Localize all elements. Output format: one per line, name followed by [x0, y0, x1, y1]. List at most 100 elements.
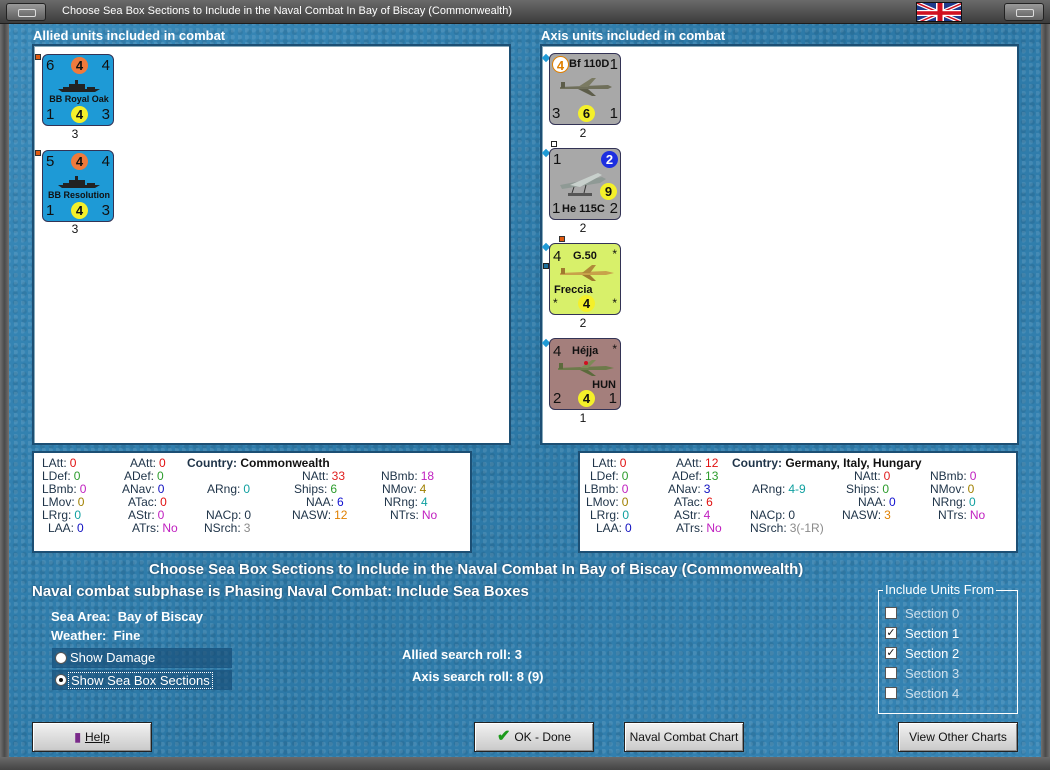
section-marker-icon — [35, 54, 41, 60]
ok-done-button[interactable]: ✔ OK - Done — [474, 722, 594, 752]
allied-unit-counter[interactable]: 5 4 4 BB Resolution 1 4 3 — [42, 150, 114, 222]
radio-indicator[interactable] — [55, 674, 67, 686]
ok-done-label: OK - Done — [514, 730, 572, 744]
stat-lrng: LRrg: 0 — [42, 508, 82, 522]
counter-bottom-left: 1 — [552, 200, 561, 217]
stat-astr: AStr: 4 — [674, 508, 711, 522]
allied-units-panel[interactable]: 6 4 4 BB Royal Oak 1 4 3 3 5 4 4 BB Reso… — [32, 44, 511, 445]
stat-nsrch: NSrch: 3 — [204, 521, 251, 535]
stat-country: Country: Germany, Italy, Hungary — [732, 456, 922, 470]
book-icon: ▮ — [74, 730, 81, 744]
counter-top-right: 4 — [101, 57, 110, 74]
checkbox-box[interactable] — [885, 667, 897, 679]
counter-unit-name: BB Royal Oak — [49, 94, 109, 104]
counter-unit-name: G.50 — [573, 250, 597, 262]
stat-laa: LAA: 0 — [596, 521, 632, 535]
stat-arng: ARng: 4-9 — [752, 482, 806, 496]
stat-latt: LAtt: 0 — [42, 456, 77, 470]
stat-aatt: AAtt: 12 — [676, 456, 719, 470]
stat-natt: NAtt: 33 — [302, 469, 346, 483]
radio-label: Show Damage — [70, 650, 156, 665]
counter-top-left: 4 — [553, 248, 562, 265]
stat-nbmb: NBmb: 18 — [381, 469, 435, 483]
allied-stats-panel: LAtt: 0 LDef: 0 LBmb: 0 LMov: 0 LRrg: 0 LAA: 0… — [32, 451, 472, 553]
window-menu-button[interactable] — [6, 3, 46, 21]
stat-atrs: ATrs: No — [132, 521, 178, 535]
include-units-legend: Include Units From — [883, 582, 997, 597]
section-marker-icon — [35, 150, 41, 156]
counter-unit-name: Héjja — [572, 345, 599, 357]
stat-nacp: NACp: 0 — [750, 508, 796, 522]
naval-combat-chart-button[interactable]: Naval Combat Chart — [624, 722, 744, 752]
counter-bottom-center: 4 — [71, 202, 88, 219]
help-button[interactable]: ▮ Help — [32, 722, 152, 752]
axis-stats-panel: LAtt: 0 LDef: 0 LBmb: 0 LMov: 0 LRrg: 0 LAA: 0… — [578, 451, 1018, 553]
counter-top-center: 4 — [71, 57, 88, 74]
stat-ships: Ships: 0 — [846, 482, 890, 496]
checkbox-box[interactable] — [885, 687, 897, 699]
counter-bottom-left: 3 — [552, 105, 561, 122]
axis-unit-counter[interactable]: 4 G.50 * Freccia * 4 * — [549, 243, 621, 315]
status-marker-icon — [551, 141, 557, 147]
counter-unit-name: Bf 110D — [569, 58, 610, 70]
view-other-charts-button[interactable]: View Other Charts — [898, 722, 1018, 752]
checkbox-box[interactable]: ✓ — [885, 627, 897, 639]
counter-bottom-center: 4 — [578, 295, 595, 312]
window-frame-left — [0, 24, 9, 770]
stat-lmov: LMov: 0 — [586, 495, 629, 509]
axis-unit-counter[interactable]: 4 Héjja * HUN 2 4 1 — [549, 338, 621, 410]
stat-atac: ATac: 0 — [128, 495, 167, 509]
allied-units-heading: Allied units included in combat — [33, 28, 226, 43]
stat-anav: ANav: 3 — [668, 482, 711, 496]
show-damage-radio[interactable]: Show Damage — [52, 648, 232, 668]
checkbox-label: Section 3 — [905, 666, 960, 681]
checkmark-icon: ✔ — [496, 728, 511, 745]
stat-ships: Ships: 6 — [294, 482, 338, 496]
page-heading: Choose Sea Box Sections to Include in th… — [149, 561, 804, 578]
stat-latt: LAtt: 0 — [592, 456, 627, 470]
union-jack-flag-icon — [916, 2, 962, 22]
checkbox-box[interactable] — [885, 607, 897, 619]
counter-bottom-right: 2 — [609, 200, 618, 217]
counter-bottom-center: 4 — [71, 106, 88, 123]
axis-unit-counter[interactable]: 1 2 9 1 He 115C 2 — [549, 148, 621, 220]
naval-combat-chart-label: Naval Combat Chart — [629, 730, 739, 744]
counter-top-right: * — [612, 342, 617, 356]
window-close-button[interactable] — [1004, 3, 1044, 21]
title-bar: Choose Sea Box Sections to Include in th… — [0, 0, 1050, 24]
counter-bottom-center: 4 — [578, 390, 595, 407]
stat-lbmb: LBmb: 0 — [584, 482, 629, 496]
axis-units-panel[interactable]: 4 Bf 110D 1 3 6 1 2 1 2 9 1 He 115C 2 2 — [540, 44, 1019, 445]
stat-ntrs: NTrs: No — [390, 508, 438, 522]
stat-ntrs: NTrs: No — [938, 508, 986, 522]
allied-search-roll: Allied search roll: 3 — [402, 647, 522, 662]
counter-bottom-right: 1 — [608, 390, 617, 407]
aircraft-icon — [560, 78, 612, 96]
window-frame-bottom — [0, 757, 1050, 770]
radio-indicator[interactable] — [55, 652, 67, 664]
stat-natt: NAtt: 0 — [854, 469, 891, 483]
stat-aatt: AAtt: 0 — [130, 456, 166, 470]
allied-unit-counter[interactable]: 6 4 4 BB Royal Oak 1 4 3 — [42, 54, 114, 126]
counter-middle-right: 9 — [600, 183, 617, 200]
counter-bottom-left: 1 — [46, 106, 55, 123]
stat-anav: ANav: 0 — [122, 482, 165, 496]
counter-top-right: 4 — [101, 153, 110, 170]
stat-naa: NAA: 0 — [858, 495, 896, 509]
subphase-heading: Naval combat subphase is Phasing Naval C… — [32, 583, 529, 600]
stat-adef: ADef: 13 — [672, 469, 719, 483]
weather-label: Weather: Fine — [51, 628, 141, 643]
battleship-icon — [58, 80, 100, 92]
checkbox-label: Section 0 — [905, 606, 960, 621]
counter-stack-value: 2 — [579, 316, 587, 330]
counter-bottom-right: 1 — [609, 105, 618, 122]
counter-top-right: * — [612, 247, 617, 261]
counter-top-right: 1 — [609, 56, 618, 73]
stat-nmov: NMov: 0 — [930, 482, 975, 496]
show-sea-box-sections-radio[interactable]: Show Sea Box Sections — [52, 670, 232, 690]
stat-ldef: LDef: 0 — [590, 469, 629, 483]
checkbox-box[interactable]: ✓ — [885, 647, 897, 659]
counter-stack-value: 3 — [71, 222, 79, 236]
stat-country: Country: Commonwealth — [187, 456, 330, 470]
axis-unit-counter[interactable]: 4 Bf 110D 1 3 6 1 — [549, 53, 621, 125]
